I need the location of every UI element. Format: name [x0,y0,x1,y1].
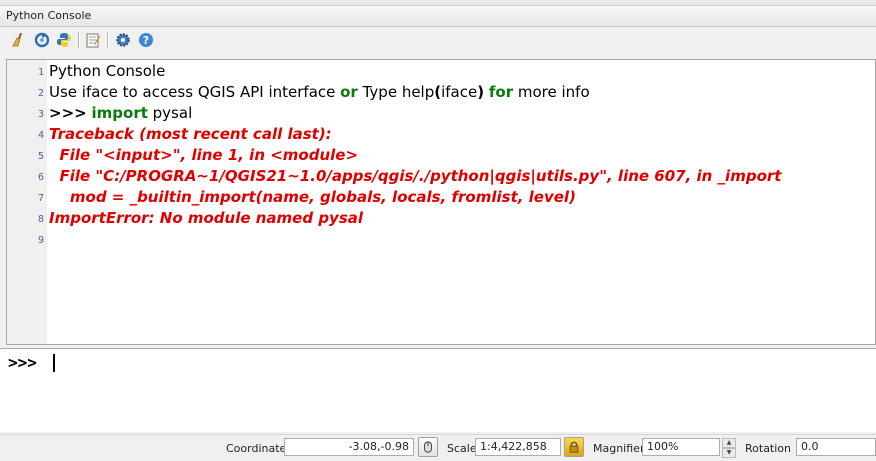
code-token: iface [441,83,478,101]
toolbar-separator [107,32,109,48]
line-text: Python Console [49,61,165,82]
line-number: 6 [37,172,44,183]
spin-down-icon[interactable]: ▼ [722,448,736,458]
toolbar-separator [78,32,80,48]
console-toolbar: ? [0,27,876,54]
keyword-token: for [488,83,514,101]
console-line: 7 mod = _builtin_import(name, globals, l… [7,187,867,208]
line-number: 7 [37,193,44,204]
help-icon[interactable]: ? [137,31,155,49]
console-output[interactable]: 1 Python Console 2 Use iface to access QGIS… [6,59,876,345]
python-icon[interactable] [55,31,73,49]
settings-icon[interactable] [114,31,132,49]
console-line: 6 File "C:/PROGRA~1/QGIS21~1.0/apps/qgis… [7,166,867,187]
spin-up-icon[interactable]: ▲ [722,438,736,448]
panel-titlebar: Python Console [0,6,876,27]
console-line: 8 ImportError: No module named pysal [7,208,867,229]
input-prompt: >>> [8,353,37,372]
line-number: 1 [37,67,44,78]
console-line: 2 Use iface to access QGIS API interface … [7,82,867,103]
console-line: 4 Traceback (most recent call last): [7,124,867,145]
keyword-token: import [91,104,148,122]
line-text: Use iface to access QGIS API interface o… [49,82,590,103]
reload-icon[interactable] [33,31,51,49]
code-token: >>> [49,104,87,122]
keyword-token: or [340,83,358,101]
line-text: >>> import pysal [49,103,192,124]
error-text: Traceback (most recent call last): [49,125,332,143]
console-line: 9 [7,229,867,250]
magnifier-field[interactable]: 100% [642,438,720,456]
line-text: mod = _builtin_import(name, globals, loc… [49,187,576,208]
coordinate-label: Coordinate [226,442,287,455]
error-text: File "<input>", line 1, in <module> [49,146,359,164]
rotation-field[interactable]: 0.0 [796,438,876,456]
panel-title: Python Console [6,9,92,22]
mouse-icon [424,441,432,453]
code-token: Type help [357,83,435,101]
line-number: 4 [37,130,44,141]
magnifier-label: Magnifier [593,442,645,455]
coordinate-toggle-button[interactable] [418,437,438,457]
error-text: mod = _builtin_import(name, globals, loc… [49,188,576,206]
error-text: File "C:/PROGRA~1/QGIS21~1.0/apps/qgis/.… [49,167,782,185]
clear-console-icon[interactable] [9,31,27,49]
console-line: 1 Python Console [7,61,867,82]
error-text: ImportError: No module named pysal [49,209,364,227]
line-text: Traceback (most recent call last): [49,124,332,145]
lock-icon [569,441,579,453]
text-cursor [53,354,55,372]
console-line: 5 File "<input>", line 1, in <module> [7,145,867,166]
code-token: more info [513,83,590,101]
console-line: 3 >>> import pysal [7,103,867,124]
editor-icon[interactable] [84,31,102,49]
lock-scale-button[interactable] [564,437,584,457]
line-text: ImportError: No module named pysal [49,208,363,229]
line-number: 9 [37,235,44,246]
console-input[interactable]: >>> [0,348,876,432]
status-bar: Coordinate -3.08,-0.98 Scale 1:4,422,858… [0,434,876,461]
line-number: 2 [37,88,44,99]
magnifier-spinner[interactable]: ▲ ▼ [722,438,736,458]
rotation-label: Rotation [745,442,792,455]
line-text: File "C:/PROGRA~1/QGIS21~1.0/apps/qgis/.… [49,166,781,187]
coordinate-field[interactable]: -3.08,-0.98 [284,438,414,456]
code-token: Use iface to access QGIS API interface [49,83,341,101]
scale-combobox[interactable]: 1:4,422,858 [475,438,561,456]
svg-text:?: ? [143,34,149,47]
scale-label: Scale [447,442,477,455]
line-text: File "<input>", line 1, in <module> [49,145,358,166]
code-token: pysal [147,104,193,122]
code-token: Python Console [49,62,166,80]
line-number: 5 [37,151,44,162]
line-number: 3 [37,109,44,120]
line-number: 8 [37,214,44,225]
